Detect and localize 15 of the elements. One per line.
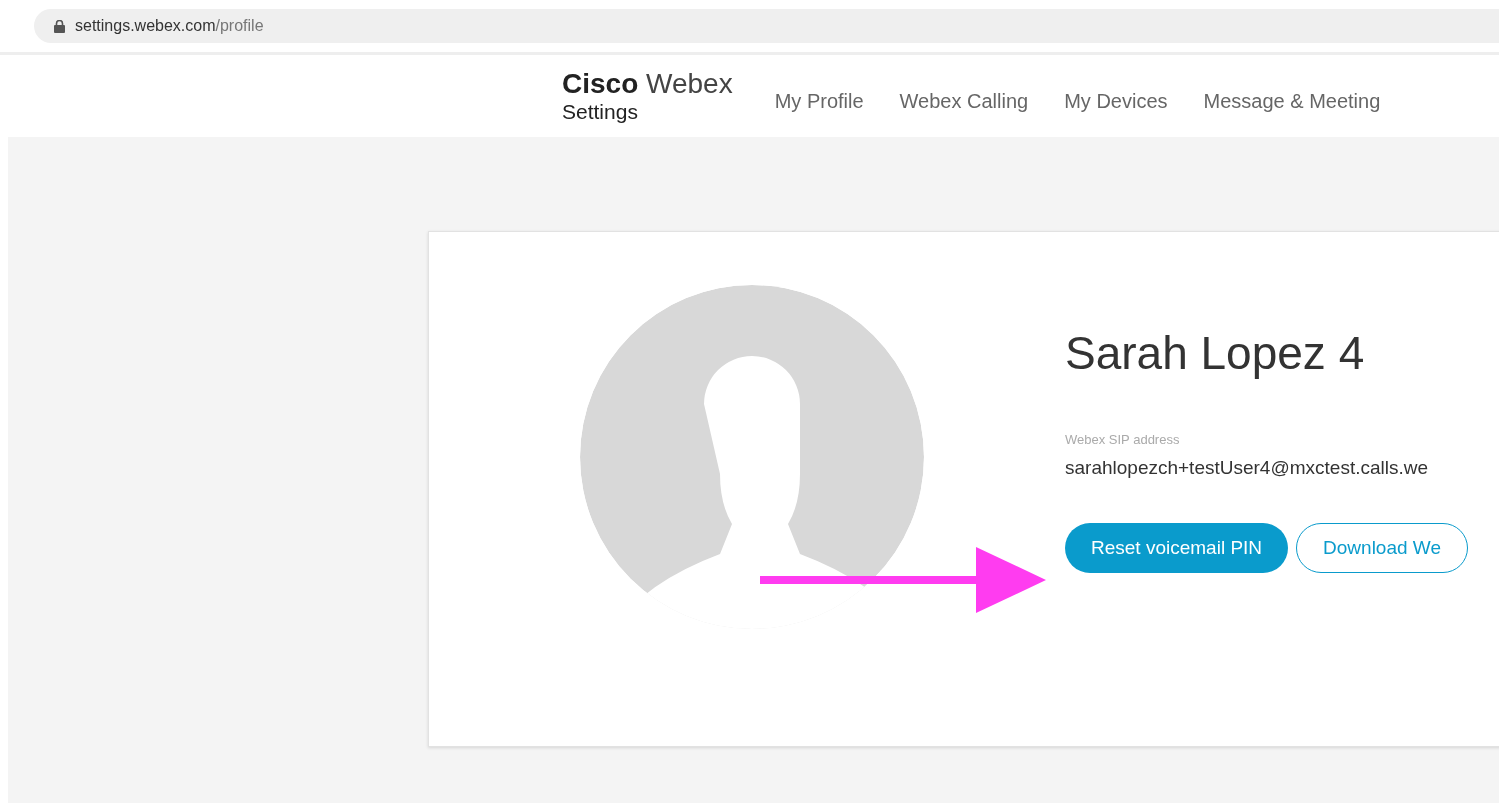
download-button[interactable]: Download We [1296,523,1468,573]
nav-link[interactable]: Webex Calling [899,79,1029,113]
brand-subtitle: Settings [562,100,639,124]
nav-link[interactable]: My Devices [1064,79,1168,113]
reset-button[interactable]: Reset voicemail PIN [1065,523,1289,573]
lock-icon [54,19,65,33]
sip-label: Webex SIP address [1065,432,1181,447]
profile-name: Sarah Lopez 4 [1065,326,1366,380]
nav-link[interactable]: My Profile [774,79,864,113]
nav-link[interactable]: Message & Meeting [1203,79,1381,113]
url-text: settings.webex.com/profile [75,17,264,35]
brand-name: Cisco Webex [562,68,733,100]
sip-address: sarahlopezch+testUser4@mxctest.calls.we [1065,457,1429,479]
avatar-silhouette-icon [579,284,925,630]
address-bar[interactable]: settings.webex.com/profile [34,9,1499,43]
